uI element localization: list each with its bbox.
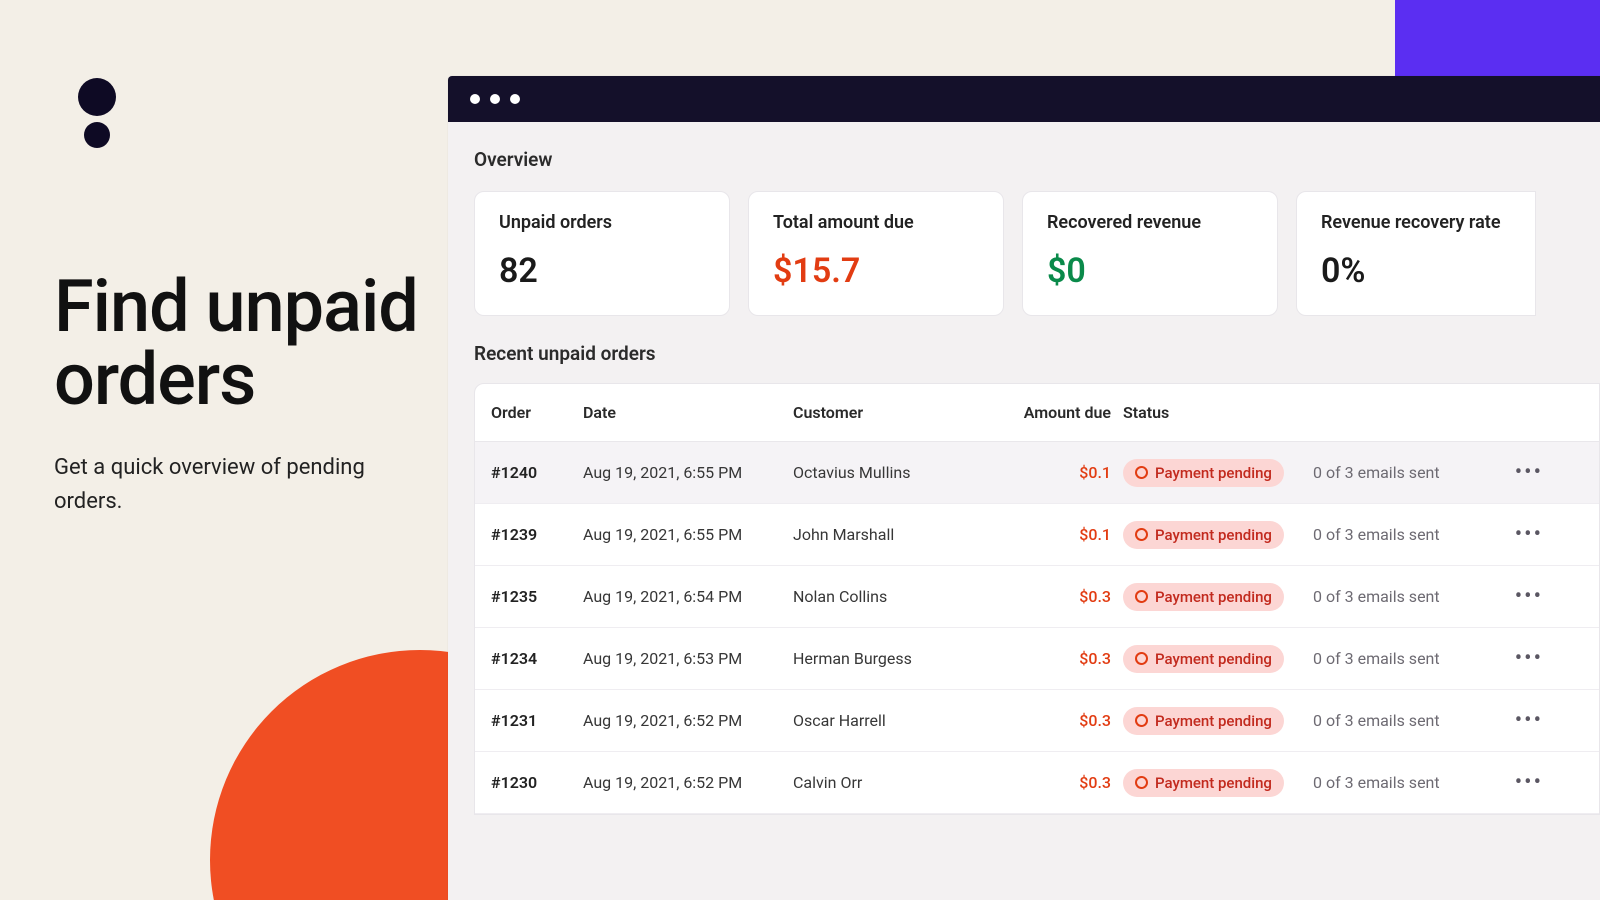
table-row[interactable]: #1231Aug 19, 2021, 6:52 PMOscar Harrell$… [475, 690, 1599, 752]
cell-emails: 0 of 3 emails sent [1313, 649, 1473, 668]
overview-heading: Overview [474, 148, 1600, 171]
window-titlebar [448, 76, 1600, 122]
cell-amount: $0.3 [993, 711, 1123, 730]
cell-emails: 0 of 3 emails sent [1313, 525, 1473, 544]
cell-customer: Octavius Mullins [793, 463, 993, 482]
col-order: Order [491, 403, 583, 422]
cell-order: #1230 [491, 773, 583, 792]
cell-emails: 0 of 3 emails sent [1313, 463, 1473, 482]
pending-ring-icon [1135, 528, 1148, 541]
cell-customer: Calvin Orr [793, 773, 993, 792]
table-row[interactable]: #1235Aug 19, 2021, 6:54 PMNolan Collins$… [475, 566, 1599, 628]
cell-date: Aug 19, 2021, 6:53 PM [583, 649, 793, 668]
cell-date: Aug 19, 2021, 6:55 PM [583, 463, 793, 482]
card-value: 82 [499, 251, 705, 291]
table-row[interactable]: #1234Aug 19, 2021, 6:53 PMHerman Burgess… [475, 628, 1599, 690]
col-customer: Customer [793, 403, 993, 422]
decor-logo-dots [78, 78, 116, 148]
card-total-due[interactable]: Total amount due $15.7 [748, 191, 1004, 316]
cell-amount: $0.1 [993, 525, 1123, 544]
cell-date: Aug 19, 2021, 6:52 PM [583, 773, 793, 792]
row-actions-button[interactable]: ••• [1473, 460, 1543, 485]
col-amount: Amount due [993, 403, 1123, 422]
row-actions-button[interactable]: ••• [1473, 584, 1543, 609]
summary-cards: Unpaid orders 82 Total amount due $15.7 … [474, 191, 1600, 316]
row-actions-button[interactable]: ••• [1473, 708, 1543, 733]
status-badge: Payment pending [1123, 707, 1284, 735]
window-dot-icon [510, 94, 520, 104]
cell-customer: Oscar Harrell [793, 711, 993, 730]
cell-order: #1234 [491, 649, 583, 668]
status-badge: Payment pending [1123, 645, 1284, 673]
card-unpaid-orders[interactable]: Unpaid orders 82 [474, 191, 730, 316]
pending-ring-icon [1135, 590, 1148, 603]
row-actions-button[interactable]: ••• [1473, 522, 1543, 547]
cell-date: Aug 19, 2021, 6:55 PM [583, 525, 793, 544]
orders-table: Order Date Customer Amount due Status #1… [474, 383, 1600, 815]
cell-amount: $0.3 [993, 649, 1123, 668]
status-badge: Payment pending [1123, 583, 1284, 611]
hero-title: Find unpaid orders [54, 270, 424, 417]
cell-emails: 0 of 3 emails sent [1313, 711, 1473, 730]
cell-customer: Herman Burgess [793, 649, 993, 668]
table-row[interactable]: #1230Aug 19, 2021, 6:52 PMCalvin Orr$0.3… [475, 752, 1599, 814]
cell-customer: John Marshall [793, 525, 993, 544]
cell-amount: $0.1 [993, 463, 1123, 482]
table-row[interactable]: #1239Aug 19, 2021, 6:55 PMJohn Marshall$… [475, 504, 1599, 566]
cell-date: Aug 19, 2021, 6:54 PM [583, 587, 793, 606]
cell-status: Payment pending [1123, 769, 1313, 797]
cell-status: Payment pending [1123, 459, 1313, 487]
table-row[interactable]: #1240Aug 19, 2021, 6:55 PMOctavius Mulli… [475, 442, 1599, 504]
cell-status: Payment pending [1123, 521, 1313, 549]
cell-status: Payment pending [1123, 645, 1313, 673]
card-recovery-rate[interactable]: Revenue recovery rate 0% [1296, 191, 1536, 316]
cell-order: #1231 [491, 711, 583, 730]
row-actions-button[interactable]: ••• [1473, 646, 1543, 671]
card-value: 0% [1321, 251, 1511, 291]
app-window: Overview Unpaid orders 82 Total amount d… [448, 76, 1600, 900]
card-label: Recovered revenue [1047, 212, 1253, 233]
pending-ring-icon [1135, 466, 1148, 479]
col-status: Status [1123, 403, 1313, 422]
card-label: Revenue recovery rate [1321, 212, 1511, 233]
status-text: Payment pending [1155, 588, 1272, 606]
card-value: $15.7 [773, 251, 979, 291]
cell-amount: $0.3 [993, 587, 1123, 606]
status-text: Payment pending [1155, 774, 1272, 792]
status-text: Payment pending [1155, 650, 1272, 668]
hero-subtitle: Get a quick overview of pending orders. [54, 451, 424, 519]
cell-order: #1240 [491, 463, 583, 482]
window-dot-icon [490, 94, 500, 104]
cell-date: Aug 19, 2021, 6:52 PM [583, 711, 793, 730]
card-value: $0 [1047, 251, 1253, 291]
window-dot-icon [470, 94, 480, 104]
cell-customer: Nolan Collins [793, 587, 993, 606]
cell-emails: 0 of 3 emails sent [1313, 773, 1473, 792]
card-label: Unpaid orders [499, 212, 705, 233]
cell-status: Payment pending [1123, 707, 1313, 735]
status-text: Payment pending [1155, 526, 1272, 544]
pending-ring-icon [1135, 714, 1148, 727]
cell-amount: $0.3 [993, 773, 1123, 792]
row-actions-button[interactable]: ••• [1473, 770, 1543, 795]
card-recovered-revenue[interactable]: Recovered revenue $0 [1022, 191, 1278, 316]
status-badge: Payment pending [1123, 769, 1284, 797]
status-text: Payment pending [1155, 712, 1272, 730]
cell-status: Payment pending [1123, 583, 1313, 611]
cell-order: #1235 [491, 587, 583, 606]
table-header: Order Date Customer Amount due Status [475, 384, 1599, 442]
recent-orders-heading: Recent unpaid orders [474, 342, 1600, 365]
status-text: Payment pending [1155, 464, 1272, 482]
pending-ring-icon [1135, 652, 1148, 665]
card-label: Total amount due [773, 212, 979, 233]
cell-order: #1239 [491, 525, 583, 544]
cell-emails: 0 of 3 emails sent [1313, 587, 1473, 606]
col-date: Date [583, 403, 793, 422]
status-badge: Payment pending [1123, 521, 1284, 549]
pending-ring-icon [1135, 776, 1148, 789]
decor-purple-block [1395, 0, 1600, 86]
status-badge: Payment pending [1123, 459, 1284, 487]
